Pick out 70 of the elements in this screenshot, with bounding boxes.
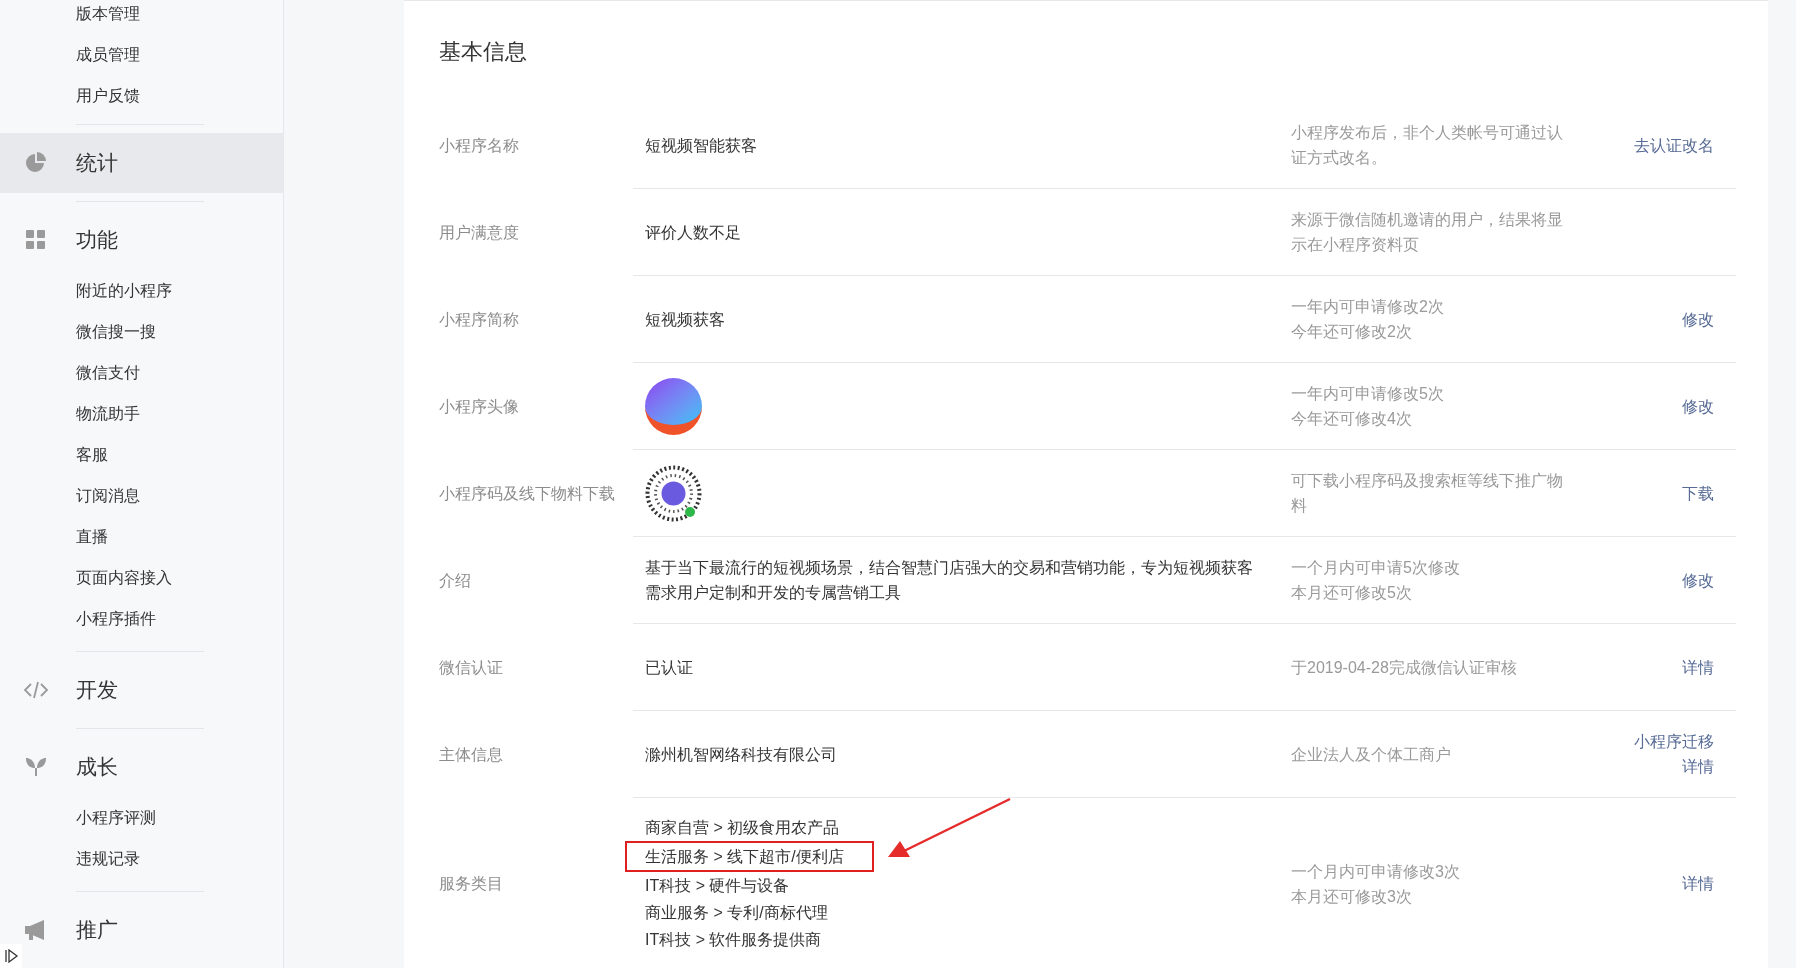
category-path: IT科技 > 硬件与设备 — [645, 876, 790, 896]
field-note: 今年还可修改4次 — [1291, 409, 1413, 429]
grid-icon — [26, 230, 46, 250]
sidebar-item[interactable]: 订阅消息 — [0, 475, 283, 516]
field-value: 短视频智能获客 — [645, 135, 758, 156]
action-link[interactable]: 修改 — [1682, 567, 1714, 593]
field-note: 本月还可修改3次 — [1291, 886, 1413, 907]
field-note: 小程序发布后，非个人类帐号可通过认证方式改名。 — [1291, 123, 1564, 168]
action-link[interactable]: 详情 — [1682, 871, 1714, 896]
field-label: 小程序头像 — [439, 396, 519, 417]
avatar-placeholder — [645, 377, 702, 435]
mini-program-code-drawing — [645, 464, 702, 522]
section-title: 开发 — [76, 677, 118, 704]
field-value: 短视频获客 — [645, 309, 726, 330]
field-value: 已认证 — [645, 657, 694, 678]
sidebar-item[interactable]: 小程序插件 — [0, 598, 283, 639]
action-link[interactable]: 详情 — [1682, 654, 1714, 680]
field-note: 一个月内可申请修改3次 — [1291, 861, 1461, 882]
field-note: 可下载小程序码及搜索框等线下推广物料 — [1291, 471, 1564, 516]
field-note: 今年还可修改2次 — [1291, 322, 1413, 342]
field-value: 评价人数不足 — [645, 222, 742, 243]
field-label: 小程序名称 — [439, 135, 519, 156]
sidebar-item[interactable]: 成员管理 — [0, 34, 283, 75]
field-note: 本月还可修改5次 — [1291, 583, 1413, 603]
action-link[interactable]: 修改 — [1682, 306, 1714, 332]
action-link[interactable]: 小程序迁移 — [1634, 729, 1714, 754]
field-label: 介绍 — [439, 570, 471, 591]
field-label: 服务类目 — [439, 874, 503, 894]
field-note: 于2019-04-28完成微信认证审核 — [1291, 657, 1518, 678]
category-path: 生活服务 > 线下超市/便利店 — [625, 841, 874, 872]
expand-sidebar-icon[interactable] — [0, 944, 22, 968]
field-note: 一个月内可申请5次修改 — [1291, 558, 1461, 578]
sidebar-item[interactable]: 小程序评测 — [0, 797, 283, 838]
field-value: 滁州机智网络科技有限公司 — [645, 744, 838, 765]
section-heading: 基本信息 — [439, 38, 528, 66]
field-label: 微信认证 — [439, 657, 503, 678]
sidebar-item[interactable]: 页面内容接入 — [0, 557, 283, 598]
section-title: 功能 — [76, 227, 118, 254]
field-label: 主体信息 — [439, 744, 503, 765]
category-path: 商家自营 > 初级食用农产品 — [645, 818, 840, 838]
category-path: 商业服务 > 专利/商标代理 — [645, 903, 828, 923]
sidebar-item[interactable]: 版本管理 — [0, 0, 283, 34]
sidebar-item[interactable]: 微信搜一搜 — [0, 311, 283, 352]
pie-chart-icon — [25, 152, 47, 174]
field-note: 一年内可申请修改2次 — [1291, 297, 1445, 317]
action-link[interactable]: 下载 — [1682, 480, 1714, 506]
sidebar-item[interactable]: 微信支付 — [0, 352, 283, 393]
sprout-icon — [26, 758, 46, 776]
category-path: IT科技 > 软件服务提供商 — [645, 930, 822, 950]
action-link[interactable]: 去认证改名 — [1634, 132, 1714, 158]
sidebar-item[interactable]: 物流助手 — [0, 393, 283, 434]
sidebar-item[interactable]: 用户反馈 — [0, 75, 283, 116]
sidebar-item[interactable]: 违规记录 — [0, 838, 283, 879]
action-link[interactable]: 修改 — [1682, 393, 1714, 419]
action-link[interactable]: 详情 — [1682, 754, 1714, 779]
sidebar-item[interactable]: 附近的小程序 — [0, 270, 283, 311]
sidebar-section[interactable]: 统计 — [0, 133, 283, 193]
field-note: 一年内可申请修改5次 — [1291, 384, 1445, 404]
section-title: 推广 — [76, 917, 118, 944]
sidebar-item[interactable]: 直播 — [0, 516, 283, 557]
field-label: 小程序码及线下物料下载 — [439, 483, 615, 504]
code-icon — [23, 680, 49, 700]
field-label: 用户满意度 — [439, 222, 519, 243]
field-note: 来源于微信随机邀请的用户，结果将显示在小程序资料页 — [1291, 210, 1564, 255]
section-title: 成长 — [76, 754, 118, 781]
section-title: 统计 — [76, 150, 118, 177]
field-value: 基于当下最流行的短视频场景，结合智慧门店强大的交易和营销功能，专为短视频获客需求用户定制和开发的专属营销工具 — [645, 558, 1254, 603]
field-label: 小程序简称 — [439, 309, 519, 330]
sidebar-item[interactable]: 客服 — [0, 434, 283, 475]
field-note: 企业法人及个体工商户 — [1291, 744, 1452, 765]
